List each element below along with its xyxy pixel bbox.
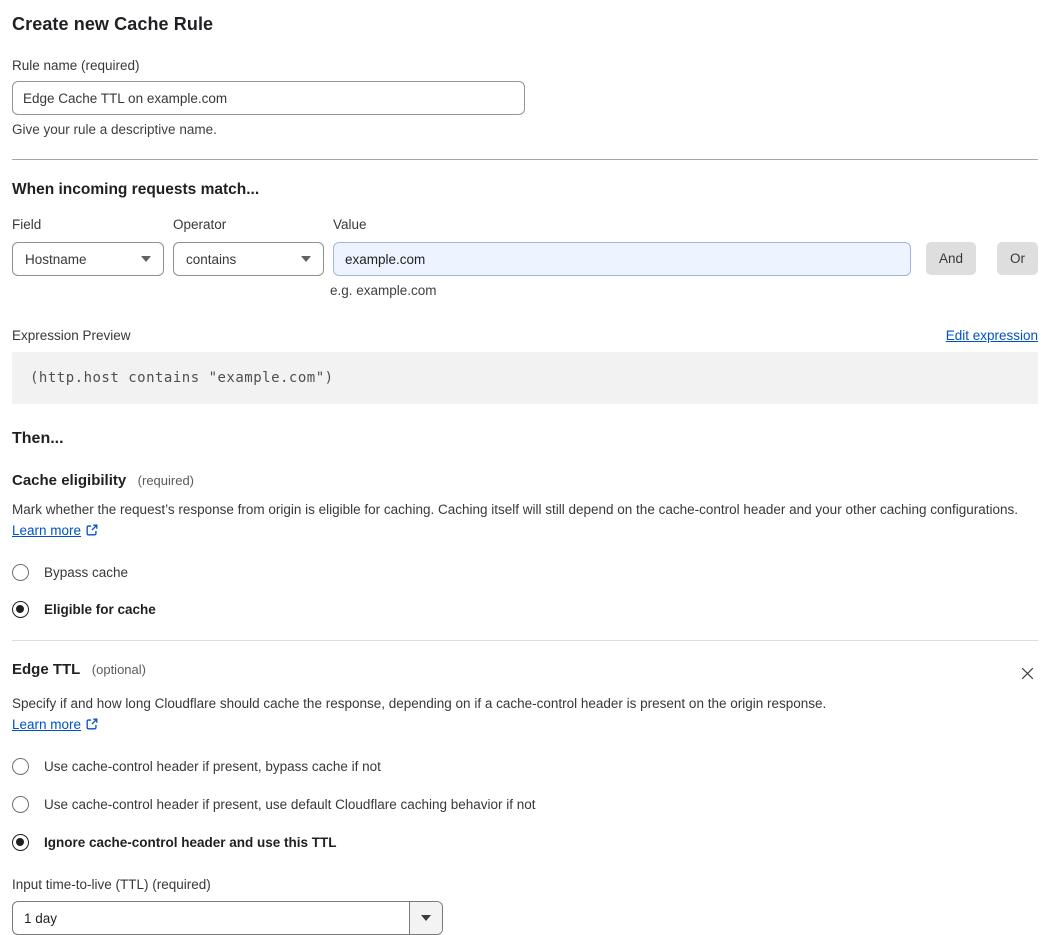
- external-link-icon: [85, 522, 99, 543]
- radio-option-eligible-for-cache[interactable]: Eligible for cache: [12, 601, 1038, 618]
- ttl-select[interactable]: 1 day: [12, 901, 443, 935]
- radio-option-label: Eligible for cache: [44, 602, 156, 617]
- chevron-down-icon: [141, 256, 151, 262]
- section-divider: [12, 159, 1038, 160]
- field-column: Field Hostname: [12, 217, 164, 276]
- field-label: Field: [12, 217, 42, 232]
- radio-option-label: Use cache-control header if present, use…: [44, 797, 536, 812]
- edge-ttl-description: Specify if and how long Cloudflare shoul…: [12, 693, 850, 737]
- page-title: Create new Cache Rule: [12, 14, 214, 34]
- radio-option-use-header-bypass[interactable]: Use cache-control header if present, byp…: [12, 758, 1038, 775]
- field-select[interactable]: Hostname: [12, 242, 164, 276]
- and-button[interactable]: And: [925, 242, 976, 275]
- edit-expression-link[interactable]: Edit expression: [946, 328, 1038, 343]
- external-link-icon: [85, 716, 99, 737]
- value-label: Value: [333, 217, 367, 232]
- edge-ttl-qualifier: (optional): [91, 662, 146, 677]
- ttl-dropdown-button[interactable]: [409, 902, 442, 934]
- chevron-down-icon: [301, 256, 311, 262]
- cache-eligibility-description: Mark whether the request’s response from…: [12, 499, 1038, 543]
- value-input[interactable]: [333, 242, 911, 276]
- radio-button-icon: [12, 796, 29, 813]
- value-column: Value: [333, 217, 911, 276]
- create-cache-rule-form: Create new Cache Rule Rule name (require…: [0, 0, 1058, 935]
- edge-ttl-learn-more-link[interactable]: Learn more: [12, 717, 81, 732]
- expression-preview-label: Expression Preview: [12, 328, 131, 343]
- section-divider: [12, 640, 1038, 641]
- operator-select-value: contains: [186, 251, 237, 267]
- rule-name-help: Give your rule a descriptive name.: [12, 122, 217, 137]
- rule-name-label: Rule name (required): [12, 58, 140, 73]
- match-heading: When incoming requests match...: [12, 181, 260, 198]
- cache-eligibility-qualifier: (required): [137, 473, 195, 488]
- expression-preview-row: Expression Preview Edit expression: [12, 328, 1038, 343]
- radio-option-label: Bypass cache: [44, 565, 129, 580]
- expression-preview-code: (http.host contains "example.com"): [12, 352, 1038, 404]
- operator-column: Operator contains: [173, 217, 324, 276]
- edge-ttl-description-text: Specify if and how long Cloudflare shoul…: [12, 696, 827, 711]
- radio-button-icon: [12, 834, 29, 851]
- ttl-label: Input time-to-live (TTL) (required): [12, 877, 211, 892]
- radio-button-icon: [12, 601, 29, 618]
- radio-option-bypass-cache[interactable]: Bypass cache: [12, 564, 1038, 581]
- rule-name-input[interactable]: [12, 81, 525, 115]
- edge-ttl-heading: Edge TTL: [12, 661, 81, 678]
- radio-option-label: Ignore cache-control header and use this…: [44, 835, 337, 850]
- radio-option-label: Use cache-control header if present, byp…: [44, 759, 381, 774]
- operator-label: Operator: [173, 217, 227, 232]
- radio-option-ignore-header-use-ttl[interactable]: Ignore cache-control header and use this…: [12, 834, 1038, 851]
- cache-eligibility-learn-more-link[interactable]: Learn more: [12, 523, 81, 538]
- radio-button-icon: [12, 758, 29, 775]
- chevron-down-icon: [421, 915, 431, 921]
- close-icon[interactable]: [1017, 663, 1038, 684]
- value-example-help: e.g. example.com: [330, 283, 437, 298]
- radio-option-use-header-default[interactable]: Use cache-control header if present, use…: [12, 796, 1038, 813]
- or-button[interactable]: Or: [997, 242, 1038, 275]
- radio-button-icon: [12, 564, 29, 581]
- cache-eligibility-description-text: Mark whether the request’s response from…: [12, 502, 1019, 517]
- ttl-select-value: 1 day: [24, 910, 58, 926]
- edge-ttl-header: Edge TTL (optional): [12, 661, 1038, 684]
- then-heading: Then...: [12, 430, 64, 447]
- match-builder-row: Field Hostname Operator contains Value A…: [12, 217, 1038, 276]
- cache-eligibility-heading: Cache eligibility: [12, 472, 127, 489]
- operator-select[interactable]: contains: [173, 242, 324, 276]
- field-select-value: Hostname: [25, 251, 87, 267]
- cache-eligibility-header: Cache eligibility (required): [12, 472, 1038, 490]
